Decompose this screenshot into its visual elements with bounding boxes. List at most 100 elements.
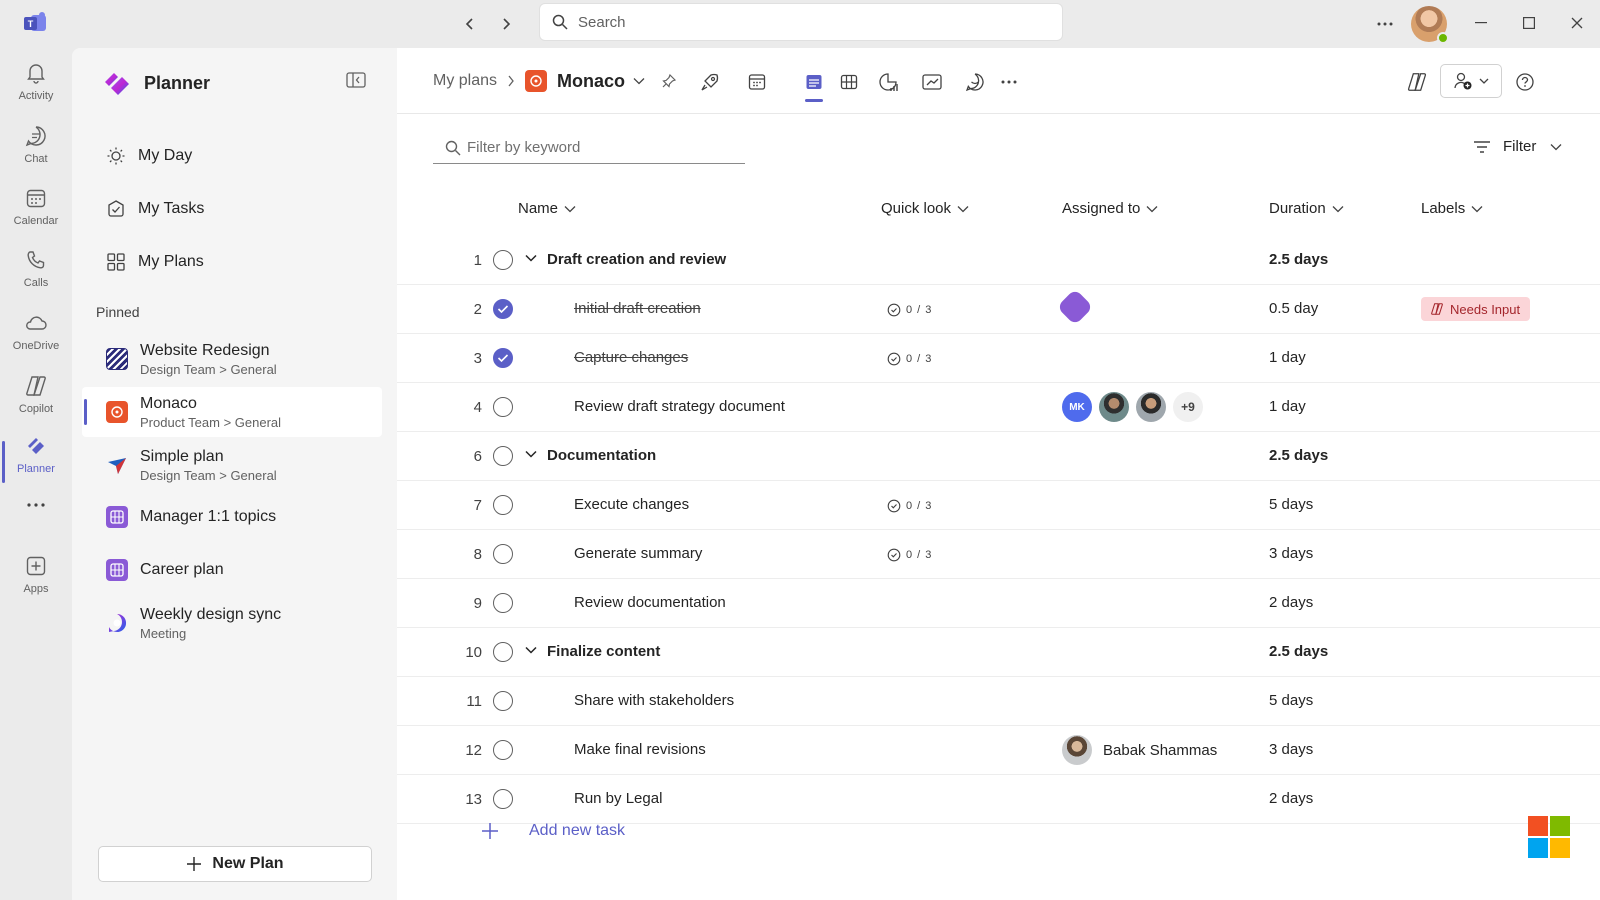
copilot-icon[interactable] xyxy=(1405,70,1429,94)
more-views-icon[interactable] xyxy=(997,70,1021,94)
maximize-icon[interactable] xyxy=(1515,10,1543,36)
task-checkbox[interactable] xyxy=(493,495,513,515)
rail-item-activity[interactable]: Activity xyxy=(0,60,72,120)
task-group-row[interactable]: 6 Documentation 2.5 days xyxy=(397,432,1600,481)
filter-button[interactable]: Filter xyxy=(1473,138,1562,155)
task-row[interactable]: 8 Generate summary 0 / 3 3 days xyxy=(397,530,1600,579)
rail-item-calendar[interactable]: Calendar xyxy=(0,185,72,245)
task-name[interactable]: Initial draft creation xyxy=(574,300,701,317)
search-input[interactable]: Search xyxy=(540,4,1062,40)
task-checkbox[interactable] xyxy=(493,446,513,466)
filter-keyword-input[interactable]: Filter by keyword xyxy=(433,132,745,164)
conversation-icon[interactable] xyxy=(963,70,987,94)
task-checkbox[interactable] xyxy=(493,740,513,760)
share-members-button[interactable] xyxy=(1440,64,1502,98)
rail-item-onedrive[interactable]: OneDrive xyxy=(0,310,72,370)
close-icon[interactable] xyxy=(1563,10,1591,36)
task-name[interactable]: Share with stakeholders xyxy=(574,692,734,709)
column-header-duration[interactable]: Duration xyxy=(1269,200,1344,217)
task-row[interactable]: 13 Run by Legal 2 days xyxy=(397,775,1600,824)
user-avatar[interactable] xyxy=(1411,6,1449,44)
board-view-icon[interactable] xyxy=(837,70,861,94)
column-header-labels[interactable]: Labels xyxy=(1421,200,1483,217)
task-row[interactable]: 2 Initial draft creation 0 / 3 0.5 day N… xyxy=(397,285,1600,334)
task-row[interactable]: 3 Capture changes 0 / 3 1 day xyxy=(397,334,1600,383)
task-name[interactable]: Finalize content xyxy=(547,643,660,660)
assignees[interactable]: MK +9 xyxy=(1062,392,1210,422)
plan-monaco-icon xyxy=(525,70,548,92)
add-new-task-button[interactable]: Add new task xyxy=(481,822,625,840)
task-row[interactable]: 11 Share with stakeholders 5 days xyxy=(397,677,1600,726)
task-name[interactable]: Run by Legal xyxy=(574,790,662,807)
plan-name[interactable]: Monaco xyxy=(557,71,625,92)
task-checkbox[interactable] xyxy=(493,544,513,564)
rail-item-copilot[interactable]: Copilot xyxy=(0,373,72,433)
assignee-name: Babak Shammas xyxy=(1103,741,1218,759)
task-name[interactable]: Review documentation xyxy=(574,594,726,611)
task-row[interactable]: 12 Make final revisions Babak Shammas 3 … xyxy=(397,726,1600,775)
label-badge[interactable]: Needs Input xyxy=(1421,297,1531,321)
list-view-icon[interactable] xyxy=(802,70,826,94)
task-name[interactable]: Make final revisions xyxy=(574,741,706,758)
rail-item-calls[interactable]: Calls xyxy=(0,247,72,307)
help-icon[interactable] xyxy=(1513,70,1537,94)
task-checkbox-checked[interactable] xyxy=(493,299,513,319)
column-header-name[interactable]: Name xyxy=(518,200,576,217)
plan-item-career-plan[interactable]: Career plan xyxy=(82,545,382,595)
task-row[interactable]: 9 Review documentation 2 days xyxy=(397,579,1600,628)
task-checkbox[interactable] xyxy=(493,397,513,417)
collapse-sidebar-icon[interactable] xyxy=(346,72,366,88)
pin-icon[interactable] xyxy=(661,73,677,89)
rail-item-planner[interactable]: Planner xyxy=(0,433,72,493)
plan-item-website-redesign[interactable]: Website Redesign Design Team > General xyxy=(82,334,382,384)
rail-item-chat[interactable]: Chat xyxy=(0,123,72,183)
assignees[interactable] xyxy=(1056,288,1095,326)
task-name[interactable]: Capture changes xyxy=(574,349,688,366)
nav-my-day[interactable]: My Day xyxy=(106,146,192,166)
rocket-icon[interactable] xyxy=(698,70,722,94)
chart-view-icon[interactable] xyxy=(876,70,900,94)
plan-item-manager-topics[interactable]: Manager 1:1 topics xyxy=(82,492,382,542)
rail-item-apps[interactable]: Apps xyxy=(0,553,72,613)
breadcrumb-my-plans[interactable]: My plans xyxy=(433,72,497,90)
task-checkbox[interactable] xyxy=(493,250,513,270)
chevron-down-icon xyxy=(564,205,576,212)
plan-item-simple-plan[interactable]: Simple plan Design Team > General xyxy=(82,440,382,490)
chevron-down-icon[interactable] xyxy=(633,77,645,85)
minimize-icon[interactable] xyxy=(1467,10,1495,36)
plan-item-monaco[interactable]: Monaco Product Team > General xyxy=(82,387,382,437)
task-name[interactable]: Documentation xyxy=(547,447,656,464)
chevron-down-icon[interactable] xyxy=(525,254,537,262)
task-name[interactable]: Execute changes xyxy=(574,496,689,513)
plan-item-weekly-design-sync[interactable]: Weekly design sync Meeting xyxy=(82,598,382,648)
sun-icon xyxy=(106,146,126,166)
task-name[interactable]: Generate summary xyxy=(574,545,702,562)
task-group-row[interactable]: 10 Finalize content 2.5 days xyxy=(397,628,1600,677)
column-header-assigned-to[interactable]: Assigned to xyxy=(1062,200,1158,217)
rail-more-icon[interactable] xyxy=(0,503,72,533)
assignees[interactable]: Babak Shammas xyxy=(1062,735,1217,765)
task-name[interactable]: Draft creation and review xyxy=(547,251,726,268)
task-name[interactable]: Review draft strategy document xyxy=(574,398,785,415)
nav-my-plans[interactable]: My Plans xyxy=(106,252,204,272)
back-arrow-icon[interactable] xyxy=(458,12,482,36)
task-checkbox[interactable] xyxy=(493,691,513,711)
task-row[interactable]: 7 Execute changes 0 / 3 5 days xyxy=(397,481,1600,530)
task-checkbox[interactable] xyxy=(493,593,513,613)
new-plan-button[interactable]: New Plan xyxy=(98,846,372,882)
more-options-icon[interactable] xyxy=(1373,12,1397,36)
nav-my-tasks[interactable]: My Tasks xyxy=(106,199,204,219)
task-checkbox[interactable] xyxy=(493,642,513,662)
task-checkbox[interactable] xyxy=(493,789,513,809)
task-group-row[interactable]: 1 Draft creation and review 2.5 days xyxy=(397,236,1600,285)
app-header: Planner xyxy=(102,68,210,98)
task-row[interactable]: 4 Review draft strategy document MK +9 1… xyxy=(397,383,1600,432)
forward-arrow-icon[interactable] xyxy=(494,12,518,36)
chevron-down-icon[interactable] xyxy=(525,646,537,654)
people-view-icon[interactable] xyxy=(920,70,944,94)
grid-view-icon[interactable] xyxy=(745,70,769,94)
chevron-down-icon[interactable] xyxy=(525,450,537,458)
column-header-quick-look[interactable]: Quick look xyxy=(881,200,969,217)
task-checkbox-checked[interactable] xyxy=(493,348,513,368)
new-plan-label: New Plan xyxy=(212,855,284,872)
